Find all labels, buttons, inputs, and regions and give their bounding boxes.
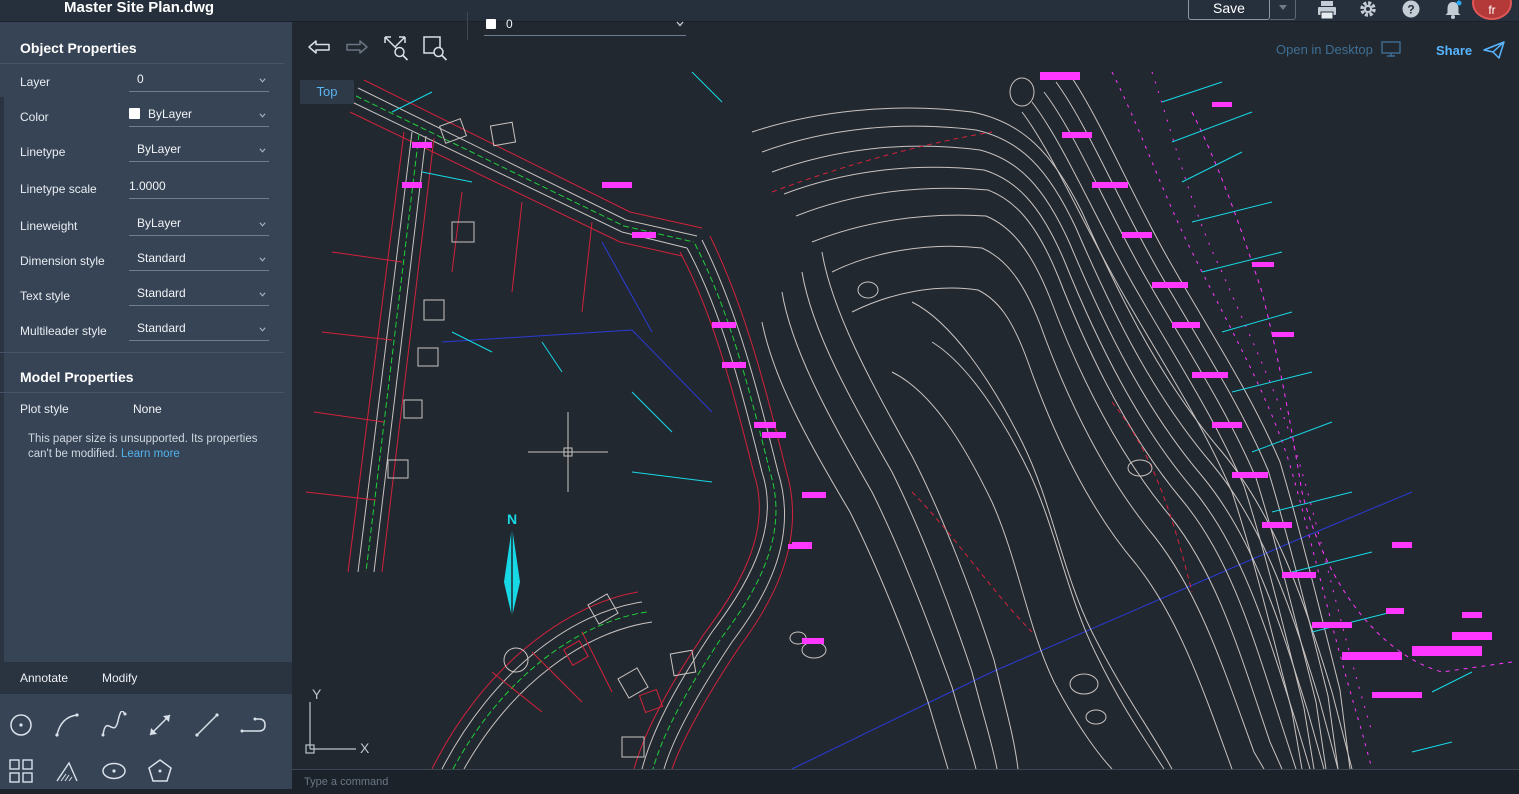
zoom-window-icon[interactable]: [422, 35, 448, 61]
linetype-select[interactable]: ByLayer: [129, 138, 269, 162]
dimension-tool-icon[interactable]: [146, 711, 174, 739]
chevron-down-icon: [676, 21, 684, 27]
arc-tool-icon[interactable]: [53, 711, 81, 739]
layer-label: Layer: [20, 75, 51, 89]
linetype-scale-value: 1.0000: [129, 179, 166, 193]
dimension-style-value: Standard: [137, 251, 186, 265]
tool-palette: [0, 694, 292, 789]
learn-more-link[interactable]: Learn more: [121, 448, 180, 460]
north-arrow: [504, 527, 520, 617]
color-value: ByLayer: [148, 107, 193, 121]
gear-icon[interactable]: [1357, 0, 1379, 20]
command-line[interactable]: Type a command: [292, 769, 1519, 789]
divider: [0, 63, 284, 64]
share-label: Share: [1436, 43, 1473, 58]
drawing-canvas[interactable]: N Y X: [292, 72, 1519, 769]
polyline-tool-icon[interactable]: [239, 711, 267, 739]
open-in-desktop-button[interactable]: Open in Desktop: [1276, 41, 1402, 57]
command-line-placeholder: Type a command: [304, 776, 389, 788]
chevron-down-icon: [259, 113, 266, 118]
object-properties-title: Object Properties: [20, 40, 137, 56]
plot-style-value: None: [133, 402, 162, 416]
line-tool-icon[interactable]: [193, 711, 221, 739]
panel-edge: [0, 97, 4, 662]
text-style-select[interactable]: Standard: [129, 282, 269, 306]
layer-select[interactable]: 0: [129, 68, 269, 92]
properties-panel: Object Properties Layer 0 Color ByLayer …: [0, 22, 292, 662]
tab-modify[interactable]: Modify: [102, 671, 137, 685]
chevron-down-icon: [259, 78, 266, 83]
layer-dropdown[interactable]: 0: [484, 14, 686, 36]
top-bar: Master Site Plan.dwg Save ? fr: [0, 0, 1519, 22]
color-label: Color: [20, 110, 49, 124]
lineweight-label: Lineweight: [20, 219, 78, 233]
lineweight-select[interactable]: ByLayer: [129, 212, 269, 236]
open-in-desktop-label: Open in Desktop: [1276, 42, 1373, 57]
dimension-style-select[interactable]: Standard: [129, 247, 269, 271]
multileader-style-label: Multileader style: [20, 324, 107, 338]
save-dropdown-button[interactable]: [1270, 0, 1296, 20]
paper-size-note: This paper size is unsupported. Its prop…: [28, 432, 268, 462]
ucs-icon: [305, 702, 356, 754]
text-style-value: Standard: [137, 286, 186, 300]
chevron-down-icon: [259, 257, 266, 262]
save-button[interactable]: Save: [1188, 0, 1270, 20]
dimension-style-label: Dimension style: [20, 254, 105, 268]
help-icon[interactable]: ?: [1400, 0, 1422, 20]
linetype-scale-input[interactable]: 1.0000: [129, 175, 269, 199]
spline-tool-icon[interactable]: [100, 711, 128, 739]
chevron-down-icon: [259, 148, 266, 153]
multileader-style-select[interactable]: Standard: [129, 317, 269, 341]
send-icon: [1483, 41, 1505, 59]
model-properties-title: Model Properties: [20, 369, 134, 385]
color-select[interactable]: ByLayer: [129, 103, 269, 127]
view-top-button[interactable]: Top: [300, 80, 354, 104]
svg-text:?: ?: [1407, 3, 1414, 17]
chevron-down-icon: [259, 222, 266, 227]
layer-dropdown-value: 0: [506, 17, 513, 31]
site-plan-drawing: N Y X: [305, 72, 1513, 769]
tab-annotate[interactable]: Annotate: [20, 671, 68, 685]
print-icon[interactable]: [1316, 0, 1338, 20]
north-label: N: [507, 511, 517, 527]
undo-icon[interactable]: [306, 35, 332, 61]
color-swatch: [129, 108, 140, 119]
ucs-y-label: Y: [312, 686, 322, 702]
bell-icon[interactable]: [1442, 0, 1464, 20]
tool-tabs: Annotate Modify: [0, 662, 292, 694]
linetype-value: ByLayer: [137, 142, 182, 156]
multileader-style-value: Standard: [137, 321, 186, 335]
monitor-icon: [1381, 41, 1402, 57]
redo-icon[interactable]: [344, 35, 370, 61]
linetype-label: Linetype: [20, 145, 66, 159]
zoom-extents-icon[interactable]: [383, 35, 409, 61]
circle-tool-icon[interactable]: [7, 711, 35, 739]
layer-color-swatch: [486, 19, 496, 29]
toolbar-divider: [467, 12, 468, 40]
chevron-down-icon: [259, 327, 266, 332]
chevron-down-icon: [259, 292, 266, 297]
hatch-tool-icon[interactable]: [53, 757, 81, 785]
avatar[interactable]: fr: [1472, 0, 1512, 20]
linetype-scale-label: Linetype scale: [20, 182, 97, 196]
divider: [0, 392, 284, 393]
ucs-x-label: X: [360, 740, 370, 756]
plot-style-label: Plot style: [20, 402, 69, 416]
lineweight-value: ByLayer: [137, 216, 182, 230]
divider: [0, 352, 284, 353]
ellipse-tool-icon[interactable]: [100, 757, 128, 785]
share-button[interactable]: Share: [1436, 41, 1506, 59]
layer-value: 0: [137, 72, 144, 86]
file-title: Master Site Plan.dwg: [64, 0, 215, 16]
polygon-tool-icon[interactable]: [146, 757, 174, 785]
grid-tool-icon[interactable]: [7, 757, 35, 785]
text-style-label: Text style: [20, 289, 71, 303]
